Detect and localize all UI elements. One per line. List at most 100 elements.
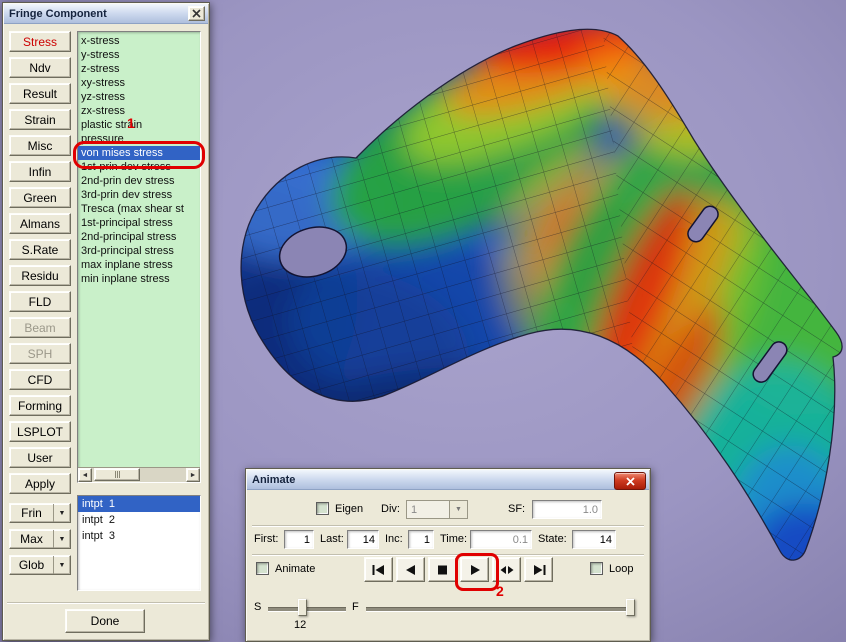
eigen-label: Eigen <box>335 503 363 515</box>
fringe-category-column: Stress Ndv Result Strain Misc Infin Gree… <box>9 31 71 499</box>
skip-end-button[interactable] <box>524 557 553 582</box>
fringe-component-dialog: Fringe Component Stress Ndv Result Strai… <box>2 2 210 641</box>
list-item[interactable]: x-stress <box>78 34 200 48</box>
fringe-dialog-title: Fringe Component <box>9 8 208 20</box>
close-icon[interactable] <box>188 6 205 21</box>
eigen-checkbox[interactable] <box>316 502 329 515</box>
chevron-down-icon[interactable]: ▼ <box>53 530 70 548</box>
annotation-step-2: 2 <box>496 583 504 599</box>
category-button-user[interactable]: User <box>9 447 71 468</box>
category-button-ndv[interactable]: Ndv <box>9 57 71 78</box>
list-item[interactable]: 2nd-prin dev stress <box>78 174 200 188</box>
step-button[interactable] <box>492 557 521 582</box>
sf-label: SF: <box>508 503 525 515</box>
list-item[interactable]: 1st-principal stress <box>78 216 200 230</box>
divider <box>252 554 644 556</box>
chevron-down-icon[interactable]: ▼ <box>53 556 70 574</box>
slider-end-label: F <box>352 601 359 613</box>
speed-slider-handle[interactable] <box>298 599 307 616</box>
scrollbar-thumb[interactable] <box>94 468 140 481</box>
frame-slider-track[interactable] <box>366 607 634 612</box>
glob-dropdown[interactable]: Glob ▼ <box>9 555 71 575</box>
category-button-misc[interactable]: Misc <box>9 135 71 156</box>
list-item[interactable]: plastic strain <box>78 118 200 132</box>
inc-field[interactable]: 1 <box>408 530 434 549</box>
time-field[interactable]: 0.1 <box>470 530 532 549</box>
list-item[interactable]: z-stress <box>78 62 200 76</box>
first-field[interactable]: 1 <box>284 530 314 549</box>
list-item[interactable]: Tresca (max shear st <box>78 202 200 216</box>
category-button-almans[interactable]: Almans <box>9 213 71 234</box>
category-button-stress[interactable]: Stress <box>9 31 71 52</box>
category-button-sph: SPH <box>9 343 71 364</box>
list-item[interactable]: pressure <box>78 132 200 146</box>
frame-slider-handle[interactable] <box>626 599 635 616</box>
category-button-fld[interactable]: FLD <box>9 291 71 312</box>
category-button-residu[interactable]: Residu <box>9 265 71 286</box>
last-label: Last: <box>320 533 344 545</box>
intpt-item[interactable]: intpt 2 <box>78 512 200 528</box>
inc-label: Inc: <box>385 533 403 545</box>
category-button-forming[interactable]: Forming <box>9 395 71 416</box>
speed-slider-value: 12 <box>294 619 306 631</box>
state-field[interactable]: 14 <box>572 530 616 549</box>
annotation-step-1: 1 <box>127 115 135 131</box>
apply-button[interactable]: Apply <box>9 473 71 494</box>
horizontal-scrollbar[interactable]: ◄ ► <box>78 467 200 482</box>
play-button[interactable] <box>460 557 489 582</box>
list-item[interactable]: 1st-prin dev stress <box>78 160 200 174</box>
div-value: 1 <box>407 501 449 518</box>
application-window: Fringe Component Stress Ndv Result Strai… <box>0 0 846 642</box>
play-reverse-button[interactable] <box>396 557 425 582</box>
category-button-result[interactable]: Result <box>9 83 71 104</box>
intpt-item-selected[interactable]: intpt 1 <box>78 496 200 512</box>
intpt-item[interactable]: intpt 3 <box>78 528 200 544</box>
frin-dropdown[interactable]: Frin ▼ <box>9 503 71 523</box>
category-button-lsplot[interactable]: LSPLOT <box>9 421 71 442</box>
sf-field[interactable]: 1.0 <box>532 500 602 519</box>
fringe-component-list[interactable]: x-stress y-stress z-stress xy-stress yz-… <box>77 31 201 483</box>
list-item[interactable]: 3rd-prin dev stress <box>78 188 200 202</box>
loop-label: Loop <box>609 563 633 575</box>
chevron-down-icon[interactable]: ▼ <box>449 501 467 518</box>
div-dropdown[interactable]: 1 ▼ <box>406 500 468 519</box>
done-button[interactable]: Done <box>65 609 145 633</box>
chevron-down-icon[interactable]: ▼ <box>53 504 70 522</box>
last-field[interactable]: 14 <box>347 530 379 549</box>
div-label: Div: <box>381 503 400 515</box>
animate-checkbox[interactable] <box>256 562 269 575</box>
category-button-beam: Beam <box>9 317 71 338</box>
loop-checkbox[interactable] <box>590 562 603 575</box>
scrollbar-track[interactable] <box>92 468 186 482</box>
category-button-strain[interactable]: Strain <box>9 109 71 130</box>
divider <box>7 602 205 604</box>
list-item[interactable]: zx-stress <box>78 104 200 118</box>
animate-dialog: Animate Eigen Div: 1 ▼ SF: 1.0 First: 1 … <box>245 468 651 642</box>
list-item[interactable]: min inplane stress <box>78 272 200 286</box>
list-item[interactable]: yz-stress <box>78 90 200 104</box>
scroll-left-icon[interactable]: ◄ <box>78 468 92 482</box>
fringe-dialog-titlebar[interactable]: Fringe Component <box>4 4 208 24</box>
list-item[interactable]: 3rd-principal stress <box>78 244 200 258</box>
scroll-right-icon[interactable]: ► <box>186 468 200 482</box>
list-item[interactable]: max inplane stress <box>78 258 200 272</box>
stop-button[interactable] <box>428 557 457 582</box>
animate-dialog-title: Animate <box>252 474 649 486</box>
category-button-green[interactable]: Green <box>9 187 71 208</box>
max-dropdown[interactable]: Max ▼ <box>9 529 71 549</box>
list-item-selected[interactable]: von mises stress <box>78 146 200 160</box>
skip-start-button[interactable] <box>364 557 393 582</box>
category-button-srate[interactable]: S.Rate <box>9 239 71 260</box>
animate-dialog-titlebar[interactable]: Animate <box>247 470 649 490</box>
list-item[interactable]: 2nd-principal stress <box>78 230 200 244</box>
list-item[interactable]: xy-stress <box>78 76 200 90</box>
speed-slider-track[interactable] <box>268 607 346 612</box>
list-item[interactable]: y-stress <box>78 48 200 62</box>
intpt-list[interactable]: intpt 1 intpt 2 intpt 3 <box>77 495 201 591</box>
state-label: State: <box>538 533 567 545</box>
max-dropdown-label: Max <box>10 532 53 546</box>
close-icon[interactable] <box>614 472 646 490</box>
category-button-infin[interactable]: Infin <box>9 161 71 182</box>
category-button-cfd[interactable]: CFD <box>9 369 71 390</box>
first-label: First: <box>254 533 278 545</box>
